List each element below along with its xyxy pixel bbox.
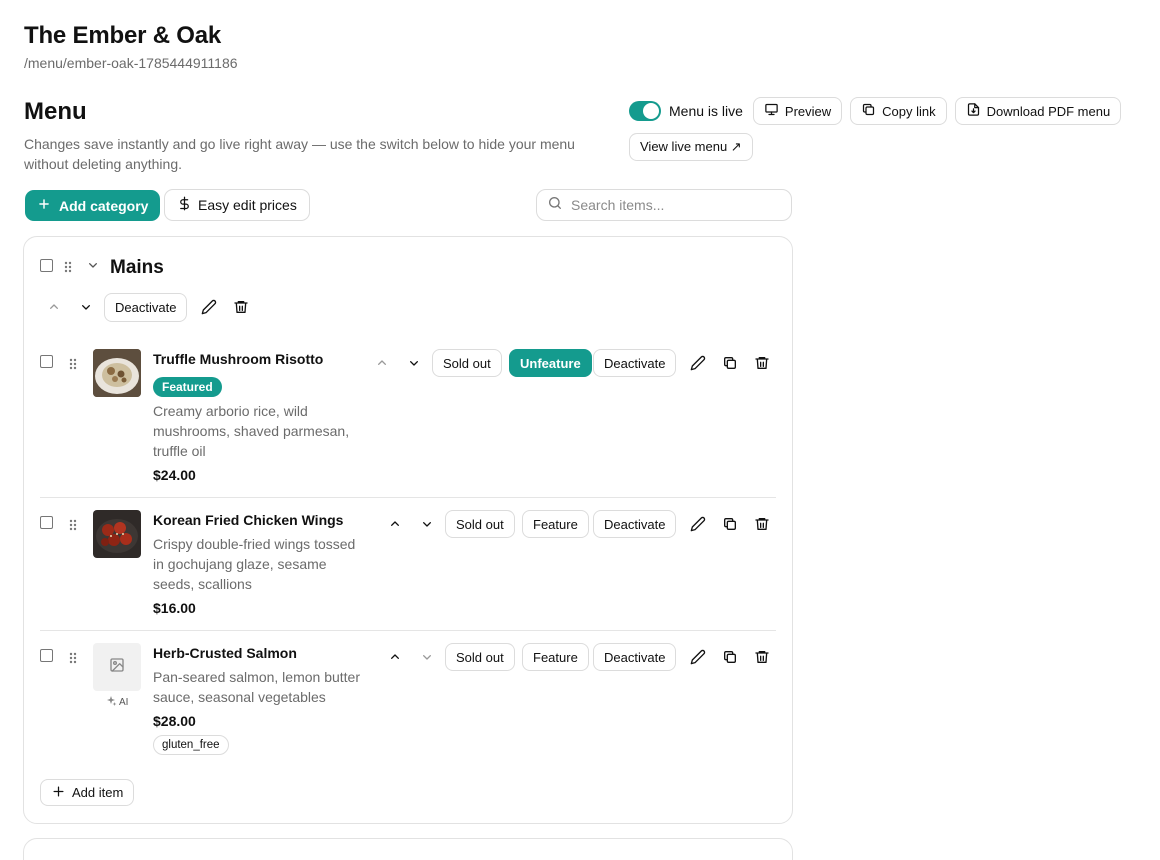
- item-checkbox[interactable]: [40, 516, 53, 529]
- duplicate-icon[interactable]: [720, 647, 740, 667]
- item-price: $24.00: [153, 467, 196, 483]
- move-up-icon[interactable]: [372, 353, 392, 373]
- monitor-icon: [764, 102, 779, 120]
- add-item-button[interactable]: Add item: [40, 779, 135, 806]
- plus-icon: [51, 784, 66, 802]
- item-photo: [93, 349, 141, 397]
- item-deactivate-button[interactable]: Deactivate: [593, 510, 677, 538]
- file-download-icon: [966, 102, 981, 120]
- item-name: Truffle Mushroom Risotto: [153, 351, 324, 367]
- category-card: [23, 838, 793, 860]
- move-up-icon[interactable]: [385, 514, 405, 534]
- add-item-label: Add item: [72, 785, 124, 800]
- item-price: $16.00: [153, 600, 196, 616]
- move-up-icon[interactable]: [385, 647, 405, 667]
- trash-icon[interactable]: [752, 647, 772, 667]
- item-divider: [40, 497, 776, 498]
- view-live-menu-link[interactable]: View live menu ↗: [629, 133, 753, 161]
- add-category-label: Add category: [59, 197, 149, 214]
- drag-handle-icon[interactable]: [64, 260, 72, 273]
- trash-icon[interactable]: [231, 297, 251, 317]
- pencil-icon[interactable]: [199, 297, 219, 317]
- drag-handle-icon[interactable]: [69, 518, 77, 531]
- item-name: Herb-Crusted Salmon: [153, 645, 297, 661]
- dietary-tag: gluten_free: [153, 735, 229, 755]
- sparkle-icon: [105, 695, 117, 710]
- ai-label: AI: [119, 697, 129, 708]
- preview-label: Preview: [784, 103, 832, 119]
- ai-generate-button[interactable]: AI: [105, 695, 128, 710]
- image-icon: [109, 657, 125, 678]
- category-deactivate-button[interactable]: Deactivate: [104, 293, 188, 322]
- feature-button[interactable]: Feature: [522, 643, 589, 671]
- dollar-icon: [177, 196, 192, 214]
- drag-handle-icon[interactable]: [69, 651, 77, 664]
- add-category-button[interactable]: Add category: [25, 190, 161, 221]
- trash-icon[interactable]: [752, 514, 772, 534]
- menu-heading: Menu: [24, 98, 87, 125]
- download-pdf-button[interactable]: Download PDF menu: [954, 97, 1122, 125]
- item-checkbox[interactable]: [40, 355, 53, 368]
- move-down-icon[interactable]: [404, 353, 424, 373]
- chevron-down-icon[interactable]: [83, 255, 103, 275]
- category-checkbox[interactable]: [40, 259, 53, 272]
- feature-button[interactable]: Feature: [522, 510, 589, 538]
- unfeature-button[interactable]: Unfeature: [509, 349, 592, 377]
- item-divider: [40, 630, 776, 631]
- item-checkbox[interactable]: [40, 649, 53, 662]
- sold-out-button[interactable]: Sold out: [445, 510, 515, 538]
- move-up-icon[interactable]: [44, 297, 64, 317]
- copy-link-label: Copy link: [882, 103, 936, 119]
- item-photo: [93, 510, 141, 558]
- menu-live-toggle[interactable]: [629, 101, 661, 121]
- menu-actions-bar: Menu is live Preview Copy link Download …: [629, 97, 1122, 125]
- category-card: Mains Deactivate Truffle Mushroom Risott…: [23, 236, 793, 824]
- search-box: [536, 189, 792, 221]
- move-down-icon[interactable]: [417, 514, 437, 534]
- item-name: Korean Fried Chicken Wings: [153, 512, 344, 528]
- pencil-icon[interactable]: [688, 514, 708, 534]
- item-deactivate-button[interactable]: Deactivate: [593, 643, 677, 671]
- restaurant-title: The Ember & Oak: [24, 22, 222, 49]
- pencil-icon[interactable]: [688, 353, 708, 373]
- copy-icon: [861, 102, 876, 120]
- trash-icon[interactable]: [752, 353, 772, 373]
- category-name: Mains: [110, 257, 164, 278]
- download-pdf-label: Download PDF menu: [986, 103, 1111, 119]
- easy-edit-label: Easy edit prices: [198, 197, 297, 213]
- item-price: $28.00: [153, 713, 196, 729]
- search-input[interactable]: [571, 197, 771, 213]
- duplicate-icon[interactable]: [720, 353, 740, 373]
- featured-badge: Featured: [153, 377, 222, 397]
- pencil-icon[interactable]: [688, 647, 708, 667]
- move-down-icon[interactable]: [417, 647, 437, 667]
- search-icon: [547, 195, 563, 216]
- menu-slug: /menu/ember-oak-1785444911186: [24, 55, 238, 71]
- item-description: Crispy double-fried wings tossed in goch…: [153, 536, 356, 592]
- copy-link-button[interactable]: Copy link: [850, 97, 947, 125]
- menu-live-label: Menu is live: [669, 103, 743, 119]
- preview-button[interactable]: Preview: [752, 97, 843, 125]
- image-placeholder[interactable]: [93, 643, 141, 691]
- sold-out-button[interactable]: Sold out: [445, 643, 515, 671]
- plus-icon: [37, 197, 51, 214]
- item-deactivate-button[interactable]: Deactivate: [593, 349, 677, 377]
- item-description: Creamy arborio rice, wild mushrooms, sha…: [153, 403, 350, 459]
- drag-handle-icon[interactable]: [69, 357, 77, 370]
- move-down-icon[interactable]: [76, 297, 96, 317]
- duplicate-icon[interactable]: [720, 514, 740, 534]
- item-description: Pan-seared salmon, lemon butter sauce, s…: [153, 669, 360, 705]
- easy-edit-prices-button[interactable]: Easy edit prices: [164, 189, 310, 221]
- sold-out-button[interactable]: Sold out: [432, 349, 502, 377]
- menu-description: Changes save instantly and go live right…: [24, 136, 575, 172]
